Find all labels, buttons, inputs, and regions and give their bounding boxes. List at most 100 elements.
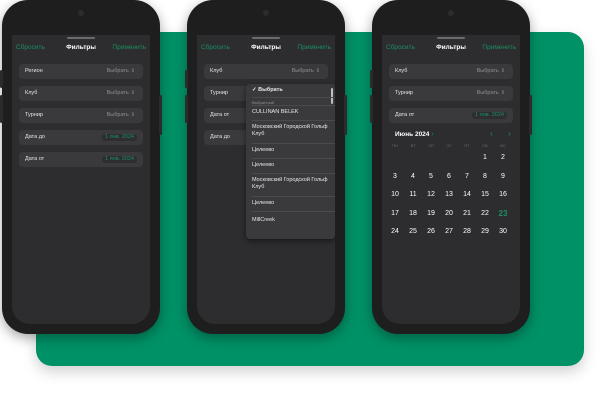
chevron-right-icon: › xyxy=(431,131,434,138)
chevron-updown-icon: ⇕ xyxy=(130,68,135,74)
calendar-month-button[interactable]: Июнь 2024 › xyxy=(395,131,434,139)
side-button xyxy=(529,95,532,135)
calendar-day[interactable]: 22 xyxy=(476,210,494,218)
calendar-day[interactable]: 17 xyxy=(386,210,404,218)
weekday-label: СБ xyxy=(482,143,488,148)
weekday-label: ВТ xyxy=(410,143,416,148)
row-label: Дата от xyxy=(395,112,415,118)
calendar-day[interactable]: 4 xyxy=(404,173,422,181)
filters-header: Сбросить Фильтры Применить xyxy=(12,44,150,58)
divider xyxy=(252,143,335,144)
calendar-day[interactable]: 15 xyxy=(476,191,494,199)
calendar-day[interactable]: 21 xyxy=(458,210,476,218)
row-label: Клуб xyxy=(395,68,408,74)
calendar-day[interactable]: 14 xyxy=(458,191,476,199)
apply-button[interactable]: Применить xyxy=(112,44,146,52)
date-value[interactable]: 1 янв. 2024 xyxy=(102,156,137,163)
filter-row-region[interactable]: Регион Выбрать ⇕ xyxy=(19,64,143,79)
filter-row-date-from[interactable]: Дата от 1 янв. 2024 xyxy=(389,108,513,123)
dropdown-item[interactable]: MillCreek xyxy=(252,217,331,224)
dropdown-item[interactable]: Целеево xyxy=(252,162,331,169)
calendar-day[interactable]: 1 xyxy=(476,154,494,162)
row-label: Турнир xyxy=(395,90,413,96)
filters-screen: Сбросить Фильтры Применить Клуб Выбрать ⇕… xyxy=(197,35,335,324)
row-value: Выбрать ⇕ xyxy=(106,68,135,74)
filter-row-club[interactable]: Клуб Выбрать ⇕ xyxy=(19,86,143,101)
calendar-day[interactable]: 26 xyxy=(422,228,440,236)
phone-club-dropdown: Сбросить Фильтры Применить Клуб Выбрать ⇕… xyxy=(185,0,347,334)
dropdown-item[interactable]: Целеево xyxy=(252,200,331,207)
camera xyxy=(78,10,84,16)
filter-row-tournament[interactable]: Турнир Выбрать ⇕ xyxy=(389,86,513,101)
row-label: Турнир xyxy=(210,90,228,96)
calendar-day[interactable]: 12 xyxy=(422,191,440,199)
camera xyxy=(263,10,269,16)
weekday-label: ПТ xyxy=(464,143,470,148)
weekday-label: СР xyxy=(428,143,434,148)
side-button xyxy=(159,95,162,135)
sheet-grabber[interactable] xyxy=(67,37,95,39)
calendar-day[interactable]: 27 xyxy=(440,228,458,236)
filter-row-date-from[interactable]: Дата от 1 янв. 2024 xyxy=(19,152,143,167)
calendar-day[interactable]: 2 xyxy=(494,154,512,162)
calendar-day[interactable]: 16 xyxy=(494,191,512,199)
calendar-day[interactable]: 28 xyxy=(458,228,476,236)
divider xyxy=(252,120,335,121)
row-value: Выбрать ⇕ xyxy=(291,68,320,74)
calendar-day[interactable]: 6 xyxy=(440,173,458,181)
calendar-day[interactable]: 5 xyxy=(422,173,440,181)
dropdown-item-selected[interactable]: ✓ Выбрать xyxy=(252,87,331,94)
calendar-day[interactable]: 3 xyxy=(386,173,404,181)
calendar-day[interactable]: 10 xyxy=(386,191,404,199)
apply-button[interactable]: Применить xyxy=(482,44,516,52)
calendar-day[interactable]: 7 xyxy=(458,173,476,181)
dropdown-item[interactable]: Московский Городской Гольф Клуб xyxy=(252,177,331,191)
scrollbar[interactable] xyxy=(331,88,333,104)
date-value[interactable]: 1 янв. 2024 xyxy=(102,134,137,141)
calendar-day[interactable]: 25 xyxy=(404,228,422,236)
calendar-day[interactable]: 18 xyxy=(404,210,422,218)
filter-row-club[interactable]: Клуб Выбрать ⇕ xyxy=(389,64,513,79)
prev-month-button[interactable]: ‹ xyxy=(490,130,493,138)
row-label: Клуб xyxy=(210,68,223,74)
dropdown-item[interactable]: Московский Городской Гольф Клуб xyxy=(252,124,331,138)
club-dropdown-menu[interactable]: ✓ Выбрать Выбранный CULLINAN BELEK Моско… xyxy=(246,84,335,239)
calendar-day[interactable]: 30 xyxy=(494,228,512,236)
side-button xyxy=(344,95,347,135)
dropdown-item-label: Выбрать xyxy=(258,87,283,93)
calendar-day[interactable]: 8 xyxy=(476,173,494,181)
weekday-label: ПН xyxy=(392,143,398,148)
divider xyxy=(252,97,335,98)
filter-row-tournament[interactable]: Турнир Выбрать ⇕ xyxy=(19,108,143,123)
sheet-grabber[interactable] xyxy=(437,37,465,39)
calendar-day[interactable]: 19 xyxy=(422,210,440,218)
divider xyxy=(252,196,335,197)
dropdown-item[interactable]: Целеево xyxy=(252,147,331,154)
apply-button[interactable]: Применить xyxy=(297,44,331,52)
phone-calendar: Сбросить Фильтры Применить Клуб Выбрать ⇕… xyxy=(370,0,532,334)
sheet-grabber[interactable] xyxy=(252,37,280,39)
calendar-month-label: Июнь 2024 xyxy=(395,131,430,138)
calendar-day[interactable]: 9 xyxy=(494,173,512,181)
row-value: Выбрать ⇕ xyxy=(106,90,135,96)
calendar-day[interactable]: 29 xyxy=(476,228,494,236)
side-button xyxy=(185,95,188,123)
date-value[interactable]: 1 янв. 2024 xyxy=(472,112,507,119)
dropdown-item[interactable]: CULLINAN BELEK xyxy=(252,109,331,116)
filters-screen: Сбросить Фильтры Применить Регион Выбрат… xyxy=(12,35,150,324)
calendar-day-selected[interactable]: 23 xyxy=(494,209,512,218)
filter-row-club[interactable]: Клуб Выбрать ⇕ xyxy=(204,64,328,79)
filters-header: Сбросить Фильтры Применить xyxy=(382,44,520,58)
side-button xyxy=(370,95,373,123)
calendar-day[interactable]: 20 xyxy=(440,210,458,218)
row-value: Выбрать ⇕ xyxy=(106,112,135,118)
divider xyxy=(252,105,335,106)
calendar-day[interactable]: 24 xyxy=(386,228,404,236)
calendar-day[interactable]: 11 xyxy=(404,191,422,199)
calendar-day[interactable]: 13 xyxy=(440,191,458,199)
divider xyxy=(252,211,335,212)
row-label: Дата от xyxy=(210,112,230,118)
next-month-button[interactable]: › xyxy=(508,130,511,138)
side-button xyxy=(0,70,3,88)
filter-row-date-to[interactable]: Дата до 1 янв. 2024 xyxy=(19,130,143,145)
